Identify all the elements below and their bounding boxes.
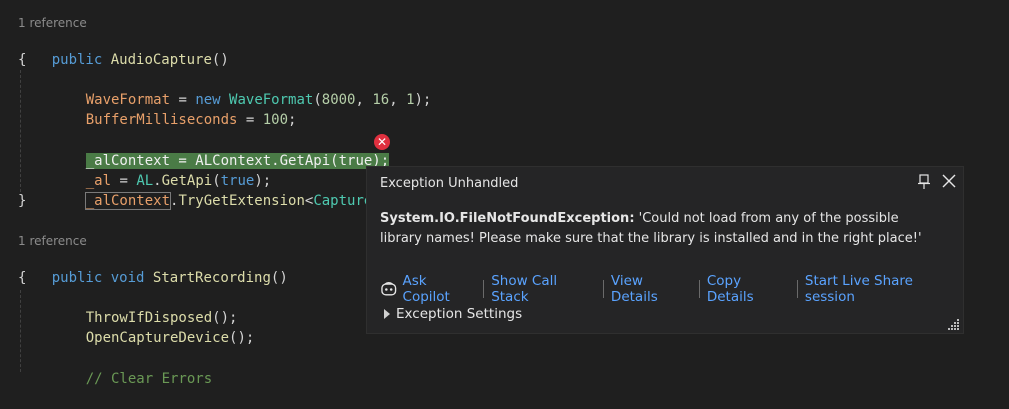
code-token: ( xyxy=(313,92,322,108)
code-token: = xyxy=(237,112,263,128)
code-line[interactable]: // Clear Errors xyxy=(52,349,212,387)
separator xyxy=(602,280,604,298)
exception-settings-toggle[interactable]: Exception Settings xyxy=(384,306,522,322)
code-token: () xyxy=(211,52,229,68)
codelens-references[interactable]: 1 reference xyxy=(18,15,87,31)
code-token: StartRecording xyxy=(152,270,271,286)
code-line[interactable]: WaveFormat = new WaveFormat(8000, 16, 1)… xyxy=(52,70,432,108)
code-line[interactable]: OpenCaptureDevice(); xyxy=(52,308,255,346)
code-token: 1 xyxy=(406,92,415,108)
code-token: void xyxy=(110,270,153,286)
code-token: , xyxy=(389,92,407,108)
codelens-references[interactable]: 1 reference xyxy=(18,233,87,249)
code-token: public xyxy=(51,270,111,286)
code-token: 16 xyxy=(372,92,390,108)
exception-actions: Ask Copilot Show Call Stack View Details… xyxy=(380,273,963,305)
code-token: public xyxy=(51,52,111,68)
code-line[interactable]: ThrowIfDisposed(); xyxy=(52,288,238,326)
copilot-icon[interactable] xyxy=(380,281,398,297)
error-icon[interactable]: ✕ xyxy=(374,134,390,150)
code-token: ); xyxy=(414,92,432,108)
code-line[interactable]: _alContext.TryGetExtension<Capture>(n xyxy=(52,171,398,210)
view-details-link[interactable]: View Details xyxy=(611,273,692,305)
code-token: Capture xyxy=(313,193,373,209)
pin-icon[interactable] xyxy=(917,174,931,190)
resize-grip-icon[interactable] xyxy=(948,318,960,330)
exception-message: System.IO.FileNotFoundException: 'Could … xyxy=(380,209,940,249)
separator xyxy=(483,280,485,298)
code-token: () xyxy=(270,270,288,286)
code-line-current-statement[interactable]: _alContext = ALContext.GetApi(true); xyxy=(52,131,390,169)
code-token: OpenCaptureDevice xyxy=(85,330,230,346)
code-line[interactable]: BufferMilliseconds = 100; xyxy=(52,90,297,128)
close-icon[interactable] xyxy=(941,173,957,189)
code-token: (); xyxy=(229,330,255,346)
code-line[interactable]: { xyxy=(18,50,26,70)
expand-triangle-icon xyxy=(384,309,390,319)
separator xyxy=(698,280,700,298)
code-token: 8000 xyxy=(321,92,356,108)
code-token: TryGetExtension xyxy=(178,193,305,209)
code-token: AudioCapture xyxy=(110,52,212,68)
copy-details-link[interactable]: Copy Details xyxy=(707,273,790,305)
show-call-stack-link[interactable]: Show Call Stack xyxy=(491,273,596,305)
code-token: BufferMilliseconds xyxy=(85,112,238,128)
code-line[interactable]: public void StartRecording() xyxy=(18,248,288,286)
exception-helper-popup: Exception Unhandled System.IO.FileNotFou… xyxy=(366,166,964,334)
code-token: 100 xyxy=(262,112,289,128)
ask-copilot-link[interactable]: Ask Copilot xyxy=(403,273,477,305)
separator xyxy=(796,280,798,298)
code-line[interactable]: } xyxy=(18,191,26,211)
start-live-share-link[interactable]: Start Live Share session xyxy=(805,273,963,305)
code-comment: // Clear Errors xyxy=(85,371,213,387)
code-line[interactable]: { xyxy=(18,268,26,288)
code-token: , xyxy=(355,92,373,108)
code-line[interactable]: public AudioCapture() xyxy=(18,30,229,68)
code-token: _alContext xyxy=(84,192,172,210)
exception-type: System.IO.FileNotFoundException: xyxy=(380,211,635,226)
code-line[interactable]: _al = AL.GetApi(true); xyxy=(52,151,271,189)
code-token: ; xyxy=(288,112,297,128)
exception-title: Exception Unhandled xyxy=(380,176,519,191)
exception-settings-label: Exception Settings xyxy=(396,306,523,322)
